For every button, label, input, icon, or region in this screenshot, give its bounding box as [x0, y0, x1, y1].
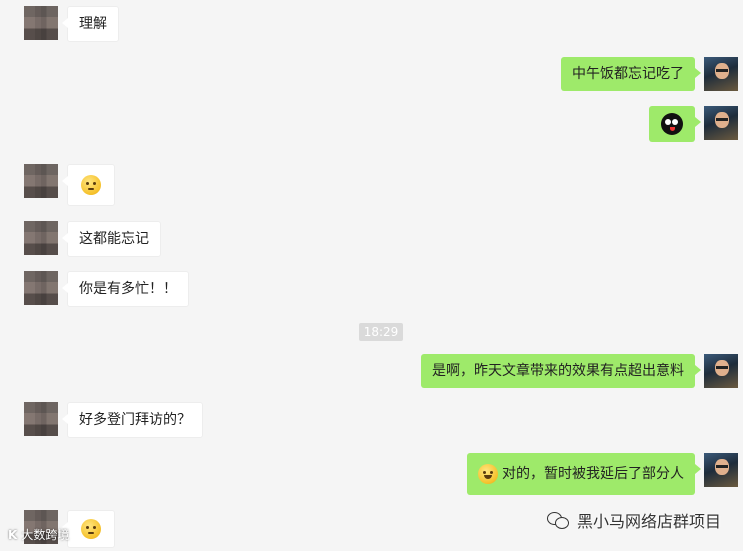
contact-avatar[interactable]	[24, 402, 58, 436]
message-bubble[interactable]	[649, 106, 701, 142]
message-bubble[interactable]	[62, 510, 115, 548]
message-row: 对的，暂时被我延后了部分人	[466, 453, 738, 495]
self-avatar[interactable]	[704, 354, 738, 388]
message-bubble[interactable]: 是啊，昨天文章带来的效果有点超出意料	[421, 354, 701, 388]
watermark-text: 黑小马网络店群项目	[576, 512, 721, 531]
message-bubble[interactable]: 理解	[62, 6, 119, 42]
timestamp-badge: 18:29	[359, 323, 403, 341]
self-avatar[interactable]	[704, 106, 738, 140]
laughing-tears-emoji-icon	[477, 464, 498, 484]
pleading-face-emoji-icon	[81, 175, 101, 195]
watermark-text: 大数跨境	[21, 528, 70, 542]
pleading-face-emoji-icon	[81, 519, 101, 539]
message-bubble[interactable]: 你是有多忙！！	[62, 271, 189, 307]
message-row: 你是有多忙！！	[24, 271, 189, 307]
message-row: 这都能忘记	[24, 221, 161, 257]
message-row: 好多登门拜访的？	[24, 402, 203, 438]
contact-avatar[interactable]	[24, 164, 58, 198]
contact-avatar[interactable]	[24, 6, 58, 40]
message-bubble[interactable]: 好多登门拜访的？	[62, 402, 203, 438]
kc-logo-icon: K	[8, 527, 18, 542]
contact-avatar[interactable]	[24, 271, 58, 305]
account-watermark: 黑小马网络店群项目	[546, 508, 721, 532]
message-row: 理解	[24, 6, 119, 42]
self-avatar[interactable]	[704, 57, 738, 91]
wechat-icon	[546, 511, 569, 529]
message-bubble[interactable]: 中午饭都忘记吃了	[561, 57, 701, 91]
message-row	[24, 164, 115, 206]
source-watermark: K 大数跨境	[8, 526, 69, 543]
message-bubble[interactable]: 这都能忘记	[62, 221, 161, 257]
message-row: 是啊，昨天文章带来的效果有点超出意料	[421, 354, 738, 388]
message-row: 中午饭都忘记吃了	[561, 57, 738, 91]
message-row	[649, 106, 738, 142]
self-avatar[interactable]	[704, 453, 738, 487]
contact-avatar[interactable]	[24, 221, 58, 255]
message-bubble[interactable]	[62, 164, 115, 206]
message-bubble[interactable]: 对的，暂时被我延后了部分人	[466, 453, 702, 495]
black-bird-sticker-icon	[661, 113, 683, 135]
message-text: 对的，暂时被我延后了部分人	[502, 466, 684, 482]
